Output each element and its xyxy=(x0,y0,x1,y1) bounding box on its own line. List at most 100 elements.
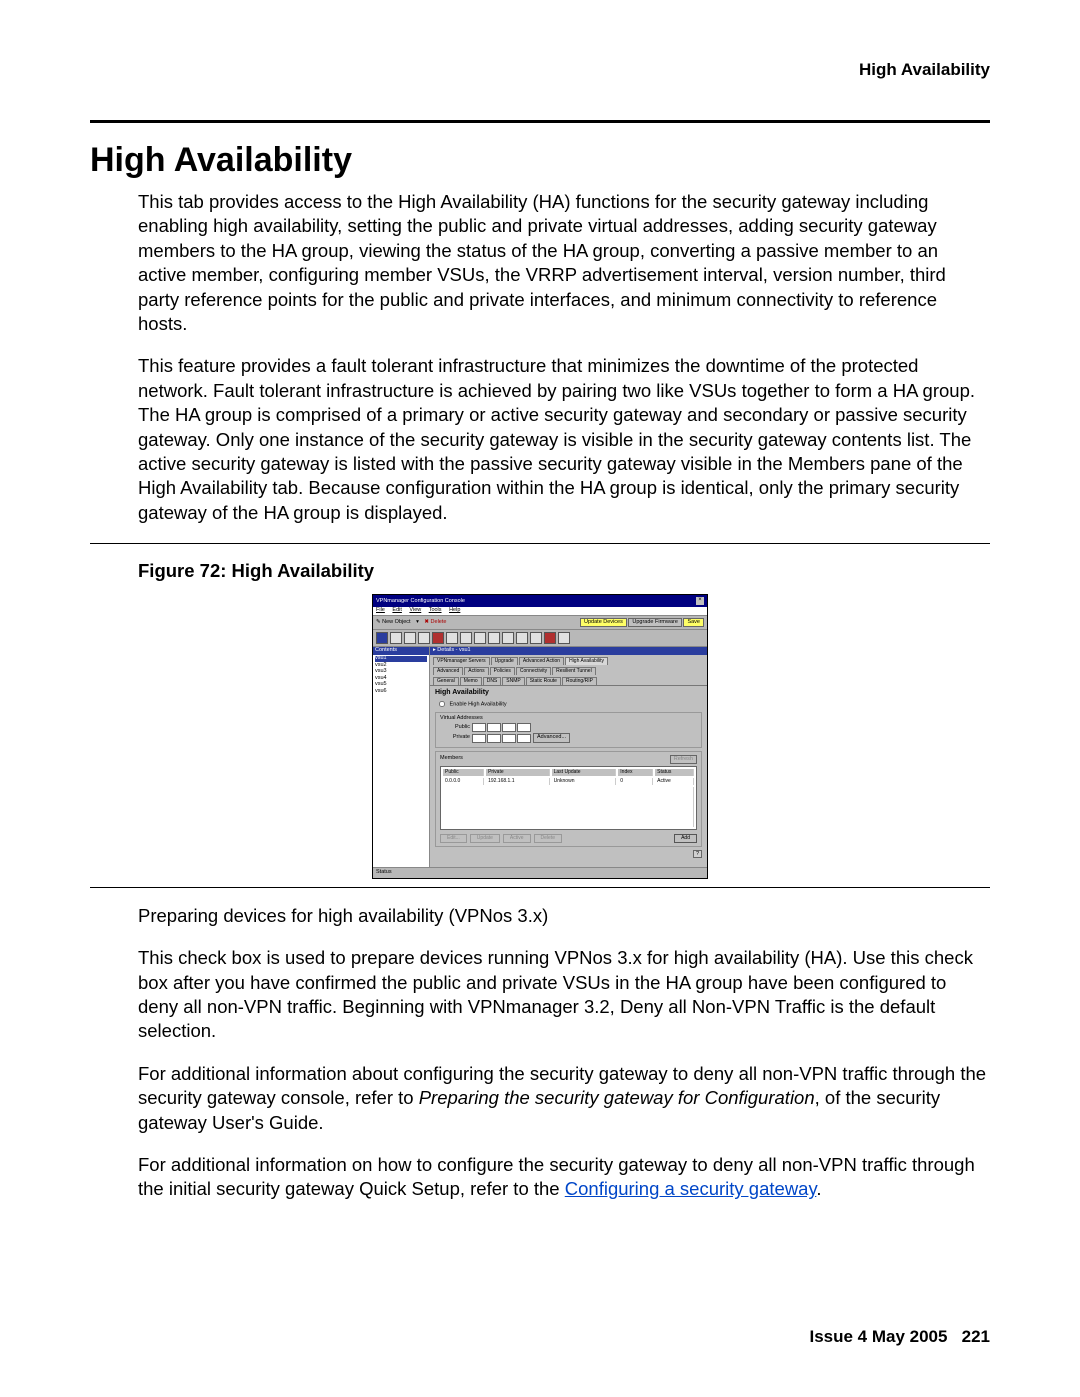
panel-title: High Availability xyxy=(435,689,702,696)
private-label: Private xyxy=(440,735,470,741)
tab[interactable]: Actions xyxy=(464,667,488,675)
tab-high-availability[interactable]: High Availability xyxy=(565,657,608,665)
menu-view[interactable]: View xyxy=(409,607,421,613)
ip-field[interactable] xyxy=(472,723,486,732)
public-label: Public xyxy=(440,725,470,731)
ip-field[interactable] xyxy=(487,734,501,743)
toolbar-icon[interactable] xyxy=(474,632,486,644)
status-bar: Status xyxy=(373,867,707,878)
toolbar-icon[interactable] xyxy=(516,632,528,644)
paragraph-6: For additional information on how to con… xyxy=(138,1153,990,1202)
help-icon[interactable]: ? xyxy=(693,850,702,858)
page-title: High Availability xyxy=(90,141,990,180)
toolbar-icon[interactable] xyxy=(446,632,458,644)
tab[interactable]: Resilient Tunnel xyxy=(552,667,596,675)
ha-panel: High Availability Enable High Availabili… xyxy=(430,685,707,868)
delete-member-button[interactable]: Delete xyxy=(534,834,562,843)
toolbar-icon[interactable] xyxy=(460,632,472,644)
menu-edit[interactable]: Edit xyxy=(392,607,401,613)
upgrade-firmware-button[interactable]: Upgrade Firmware xyxy=(628,618,682,628)
close-icon[interactable]: × xyxy=(696,597,704,605)
console-toolbar: ✎ New Object ▾ ✖ Delete Update Devices U… xyxy=(373,616,707,631)
menu-help[interactable]: Help xyxy=(449,607,460,613)
tab[interactable]: SNMP xyxy=(502,677,524,685)
tab[interactable]: Upgrade xyxy=(491,657,518,665)
console-titlebar: VPNmanager Configuration Console × xyxy=(373,595,707,607)
tab[interactable]: Advanced Action xyxy=(519,657,564,665)
edit-button[interactable]: Edit... xyxy=(440,834,467,843)
enable-ha-label: Enable High Availability xyxy=(450,701,507,707)
fig-rule-bottom xyxy=(90,887,990,888)
tab[interactable]: Advanced xyxy=(433,667,463,675)
figure-caption: Figure 72: High Availability xyxy=(138,560,990,582)
menu-tools[interactable]: Tools xyxy=(429,607,442,613)
paragraph-3: Preparing devices for high availability … xyxy=(138,904,990,928)
ip-field[interactable] xyxy=(517,723,531,732)
virtual-addresses-fieldset: Virtual Addresses Public Private Advance… xyxy=(435,712,702,748)
top-rule xyxy=(90,120,990,123)
paragraph-1: This tab provides access to the High Ava… xyxy=(138,190,990,336)
add-button[interactable]: Add xyxy=(674,834,697,843)
tab[interactable]: Policies xyxy=(490,667,515,675)
console-menubar: File Edit View Tools Help xyxy=(373,607,707,616)
delete-button[interactable]: ✖ Delete xyxy=(424,619,450,625)
toolbar-icon[interactable] xyxy=(488,632,500,644)
col-index: Index xyxy=(618,769,653,776)
figure-wrap: VPNmanager Configuration Console × File … xyxy=(90,594,990,879)
ip-field[interactable] xyxy=(472,734,486,743)
tabs-row: General Memo DNS SNMP Static Route Routi… xyxy=(430,675,707,685)
paragraph-2: This feature provides a fault tolerant i… xyxy=(138,354,990,525)
configuring-link[interactable]: Configuring a security gateway xyxy=(565,1178,817,1199)
paragraph-5: For additional information about configu… xyxy=(138,1062,990,1135)
save-button[interactable]: Save xyxy=(683,618,704,628)
ip-field[interactable] xyxy=(502,734,516,743)
update-devices-button[interactable]: Update Devices xyxy=(580,618,627,628)
fig-rule-top xyxy=(90,543,990,544)
tab[interactable]: Static Route xyxy=(526,677,561,685)
toolbar-icon[interactable] xyxy=(432,632,444,644)
enable-ha-checkbox[interactable] xyxy=(439,701,445,707)
paragraph-4: This check box is used to prepare device… xyxy=(138,946,990,1044)
refresh-button[interactable]: Refresh xyxy=(670,755,697,765)
tab[interactable]: DNS xyxy=(483,677,502,685)
menu-file[interactable]: File xyxy=(376,607,385,613)
toolbar-icon[interactable] xyxy=(376,632,388,644)
sidebar: Contents vsu1 vsu2 vsu3 vsu4 vsu5 vsu6 xyxy=(373,647,430,867)
tab[interactable]: Routing/RIP xyxy=(562,677,597,685)
col-private: Private xyxy=(486,769,550,776)
va-legend: Virtual Addresses xyxy=(440,716,697,722)
toolbar-icon[interactable] xyxy=(502,632,514,644)
details-crumb: ▸ Details - vsu1 xyxy=(430,647,707,655)
update-button[interactable]: Update xyxy=(470,834,500,843)
col-lastupdate: Last Update xyxy=(552,769,617,776)
page-footer: Issue 4 May 2005 221 xyxy=(809,1327,990,1347)
toolbar-icon[interactable] xyxy=(544,632,556,644)
toolbar-icon[interactable] xyxy=(558,632,570,644)
sidebar-item[interactable]: vsu6 xyxy=(375,688,427,695)
col-status: Status xyxy=(655,769,694,776)
tab[interactable]: VPNmanager Servers xyxy=(433,657,490,665)
members-fieldset: Members Refresh Public Private Last Upda… xyxy=(435,751,702,848)
console-title: VPNmanager Configuration Console xyxy=(376,599,465,605)
table-row[interactable]: 0.0.0.0 192.168.1.1 Unknown 0 Active xyxy=(443,778,694,785)
active-button[interactable]: Active xyxy=(503,834,531,843)
members-legend: Members xyxy=(440,756,463,762)
toolbar-icon[interactable] xyxy=(418,632,430,644)
tabs-row: VPNmanager Servers Upgrade Advanced Acti… xyxy=(430,655,707,665)
tab[interactable]: General xyxy=(433,677,459,685)
tab[interactable]: Memo xyxy=(460,677,482,685)
toolbar-icon[interactable] xyxy=(530,632,542,644)
toolbar-icon[interactable] xyxy=(390,632,402,644)
tabs-row: Advanced Actions Policies Connectivity R… xyxy=(430,665,707,675)
members-table: Public Private Last Update Index Status … xyxy=(440,766,697,830)
toolbar-icon[interactable] xyxy=(404,632,416,644)
sidebar-header: Contents xyxy=(373,647,429,655)
advanced-button[interactable]: Advanced... xyxy=(533,733,570,743)
console-window: VPNmanager Configuration Console × File … xyxy=(372,594,708,879)
ip-field[interactable] xyxy=(487,723,501,732)
running-header: High Availability xyxy=(90,60,990,80)
ip-field[interactable] xyxy=(502,723,516,732)
tab[interactable]: Connectivity xyxy=(516,667,551,675)
ip-field[interactable] xyxy=(517,734,531,743)
new-object-button[interactable]: ✎ New Object ▾ xyxy=(376,619,419,625)
